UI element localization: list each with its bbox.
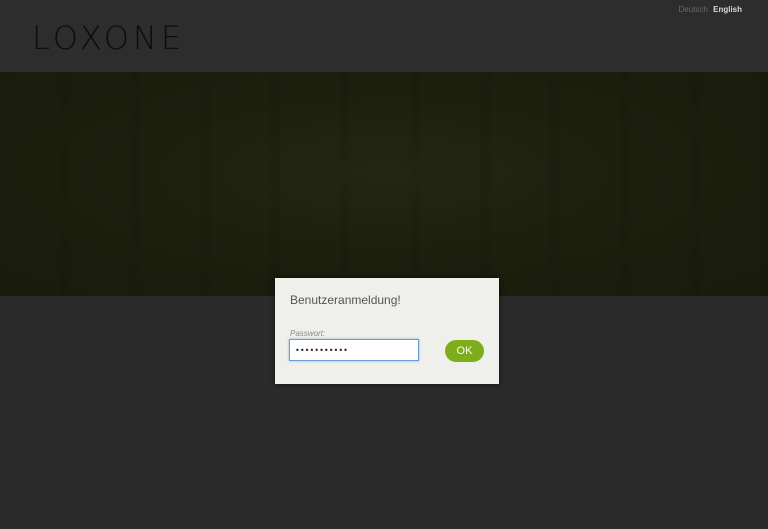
banner-texture [0,72,768,296]
top-header: LOXONE Deutsch English [0,0,768,72]
language-switcher: Deutsch English [679,5,742,15]
language-deutsch-link[interactable]: Deutsch [679,5,708,14]
ok-button[interactable]: OK [445,340,484,362]
login-dialog: Benutzeranmeldung! Passwort: OK [275,278,499,384]
password-input[interactable] [289,339,419,361]
hero-banner [0,72,768,296]
language-english-link[interactable]: English [713,5,742,14]
dialog-title: Benutzeranmeldung! [290,293,401,307]
password-label: Passwort: [290,329,326,338]
loxone-logo: LOXONE [32,19,186,57]
